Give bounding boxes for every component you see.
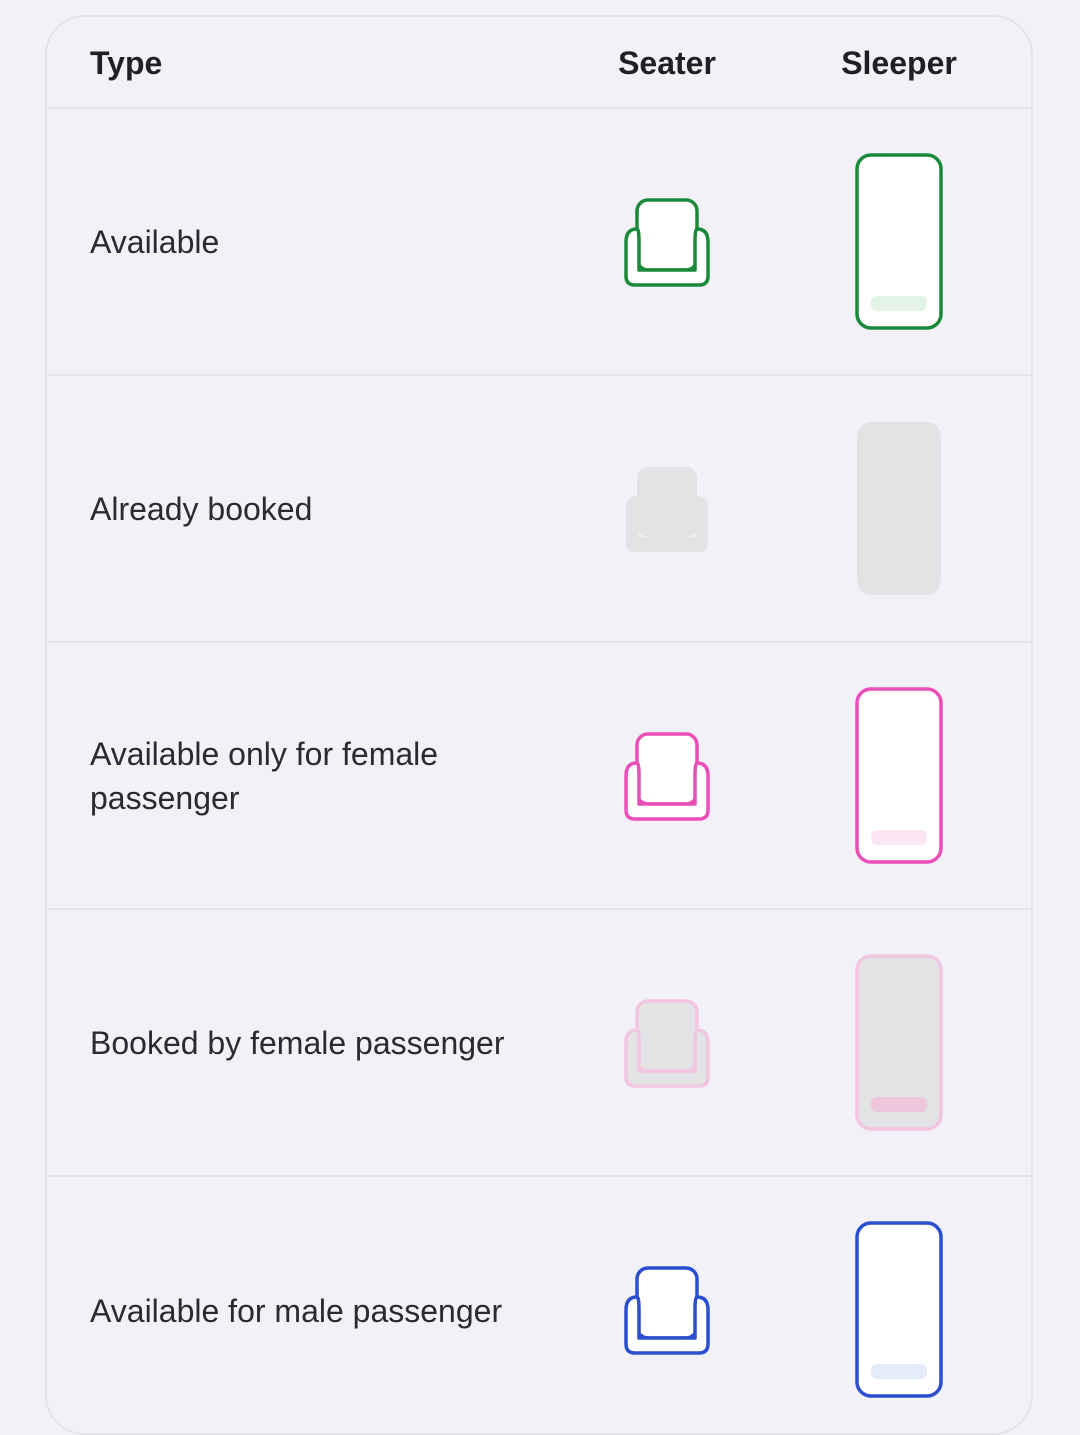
- legend-row-label: Available: [90, 223, 220, 260]
- sleeper-cell: [855, 1221, 943, 1398]
- seat-booked-icon: [623, 465, 711, 555]
- legend-header: Type Seater Sleeper: [47, 17, 1031, 109]
- sleeper-male-available-icon: [855, 1221, 943, 1398]
- sleeper-female-booked-icon: [855, 954, 943, 1131]
- seater-cell: [623, 732, 711, 822]
- sleeper-cell: [855, 420, 943, 597]
- header-type: Type: [90, 45, 163, 81]
- header-seater: Seater: [618, 45, 716, 81]
- legend-row: Available: [47, 109, 1031, 376]
- legend-row: Available only for female passenger: [47, 643, 1031, 910]
- seater-cell: [623, 465, 711, 555]
- sleeper-available-icon: [855, 153, 943, 330]
- seat-female-booked-icon: [623, 999, 711, 1089]
- seat-legend-card: Type Seater Sleeper Available Already bo…: [45, 15, 1033, 1435]
- sleeper-female-available-icon: [855, 687, 943, 864]
- sleeper-cell: [855, 687, 943, 864]
- legend-row: Available for male passenger: [47, 1177, 1031, 1433]
- sleeper-booked-icon: [855, 420, 943, 597]
- seater-cell: [623, 1266, 711, 1356]
- seat-female-available-icon: [623, 732, 711, 822]
- seat-available-icon: [623, 198, 711, 288]
- legend-row-label: Booked by female passenger: [90, 1024, 505, 1061]
- seater-cell: [623, 198, 711, 288]
- sleeper-cell: [855, 954, 943, 1131]
- legend-row: Booked by female passenger: [47, 910, 1031, 1177]
- seat-male-available-icon: [623, 1266, 711, 1356]
- seater-cell: [623, 999, 711, 1089]
- legend-row: Already booked: [47, 376, 1031, 643]
- header-sleeper: Sleeper: [841, 45, 957, 81]
- sleeper-cell: [855, 153, 943, 330]
- legend-row-label: Available for male passenger: [90, 1292, 503, 1329]
- legend-row-label: Available only for female passenger: [90, 735, 439, 816]
- legend-row-label: Already booked: [90, 490, 313, 527]
